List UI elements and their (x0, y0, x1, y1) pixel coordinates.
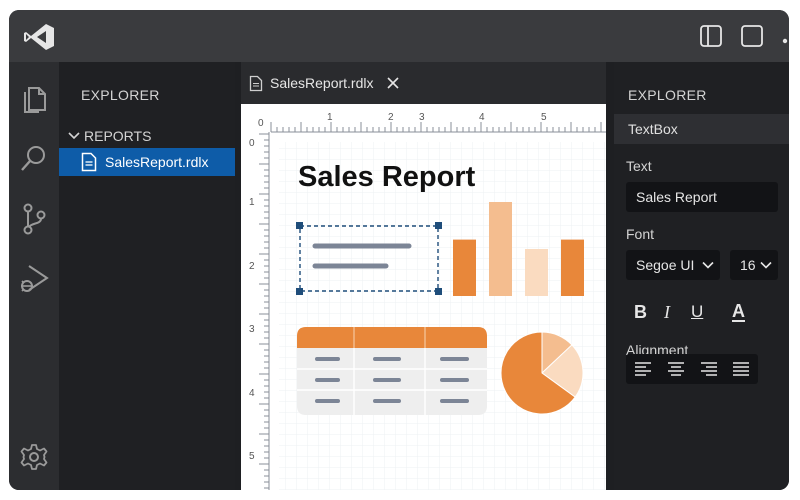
activity-bar (9, 62, 59, 490)
align-justify-icon[interactable] (732, 361, 750, 377)
resize-handle[interactable] (296, 222, 303, 229)
bold-button[interactable]: B (634, 302, 647, 323)
table-element[interactable] (297, 327, 487, 415)
ruler-left-label: 4 (249, 388, 255, 399)
pie-chart[interactable] (500, 331, 584, 415)
ruler-top-label: 5 (541, 112, 547, 123)
maximize-icon[interactable] (740, 24, 764, 53)
ruler-top-label: 3 (419, 112, 425, 123)
ruler-top-label: 1 (327, 112, 333, 123)
ruler-top-label: 4 (479, 112, 485, 123)
align-left-icon[interactable] (634, 361, 652, 377)
text-label: Text (626, 158, 652, 174)
search-icon[interactable] (19, 142, 49, 179)
close-icon[interactable] (386, 76, 400, 90)
font-color-button[interactable]: A (732, 302, 745, 322)
source-control-icon[interactable] (19, 202, 49, 241)
chart-bar (453, 239, 476, 296)
explorer-header: EXPLORER (81, 87, 160, 103)
italic-button[interactable]: I (664, 302, 670, 323)
tab-label: SalesReport.rdlx (270, 75, 374, 91)
font-label: Font (626, 226, 655, 242)
font-family-select[interactable]: Segoe UI (626, 250, 720, 280)
chevron-down-icon (760, 261, 772, 269)
ruler-left-label: 1 (249, 197, 255, 208)
ruler-left-label: 3 (249, 324, 255, 335)
chart-bar (561, 239, 584, 296)
ruler-top-label: 0 (258, 118, 264, 129)
file-item-salesreport[interactable]: SalesReport.rdlx (59, 148, 235, 176)
font-family-value: Segoe UI (636, 257, 695, 273)
tab-bar: SalesReport.rdlx (241, 62, 606, 104)
folder-label: REPORTS (84, 128, 152, 144)
align-center-icon[interactable] (667, 361, 685, 377)
toggle-panel-icon[interactable] (699, 24, 723, 53)
textbox-section[interactable]: TextBox (614, 114, 789, 144)
folder-reports[interactable]: REPORTS (67, 125, 151, 147)
chevron-down-icon (702, 261, 714, 269)
alignment-group (626, 354, 758, 384)
run-debug-icon[interactable] (19, 262, 51, 301)
report-canvas[interactable]: 0 1 2 3 4 5 0 1 2 3 4 5 Sales Report (241, 104, 606, 490)
editor-area: SalesReport.rdlx 0 1 2 3 4 5 0 1 2 3 4 5… (241, 62, 606, 490)
report-title[interactable]: Sales Report (298, 161, 476, 193)
ruler-left-label: 0 (249, 138, 255, 149)
app-window: EXPLORER REPORTS SalesReport.rdlx SalesR… (9, 10, 789, 490)
properties-panel: EXPLORER TextBox Text Sales Report Font … (614, 62, 789, 490)
title-bar (9, 10, 789, 62)
resize-handle[interactable] (435, 222, 442, 229)
properties-header: EXPLORER (628, 87, 707, 103)
file-icon (81, 152, 97, 172)
chart-bar (525, 249, 548, 296)
text-value-input[interactable]: Sales Report (626, 182, 778, 212)
vscode-logo-icon (23, 22, 55, 57)
resize-handle[interactable] (296, 288, 303, 295)
chart-bar (489, 202, 512, 296)
ruler-left-label: 5 (249, 451, 255, 462)
underline-button[interactable]: U (691, 302, 703, 322)
ruler-left-label: 2 (249, 261, 255, 272)
file-icon (249, 75, 263, 91)
settings-gear-icon[interactable] (19, 442, 49, 477)
explorer-sidebar: EXPLORER REPORTS SalesReport.rdlx (59, 62, 235, 490)
files-icon[interactable] (19, 82, 49, 119)
chevron-down-icon (68, 132, 80, 140)
more-icon[interactable] (781, 32, 789, 50)
tab-salesreport[interactable]: SalesReport.rdlx (249, 62, 400, 104)
align-right-icon[interactable] (700, 361, 718, 377)
file-label: SalesReport.rdlx (105, 154, 209, 170)
ruler-top-label: 2 (388, 112, 394, 123)
resize-handle[interactable] (435, 288, 442, 295)
font-size-select[interactable]: 16 (730, 250, 778, 280)
font-size-value: 16 (740, 257, 756, 273)
